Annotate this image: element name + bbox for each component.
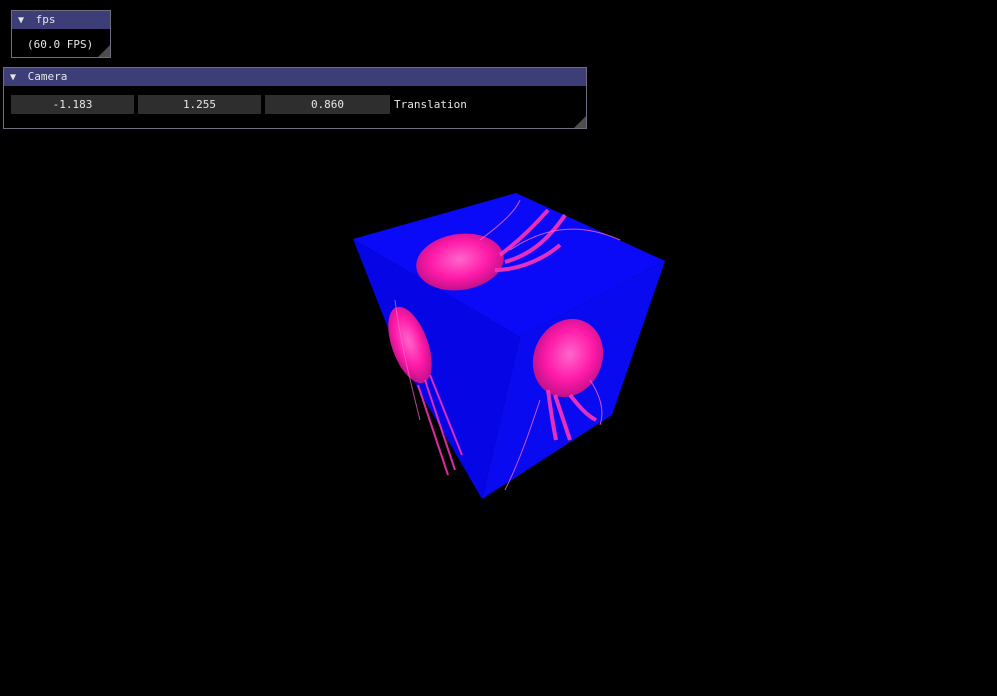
camera-window[interactable]: ▼ Camera -1.183 1.255 0.860 Translation — [3, 67, 587, 129]
fps-readout: (60.0 FPS) — [27, 38, 94, 51]
translation-x-input[interactable]: -1.183 — [11, 95, 134, 114]
translation-label: Translation — [394, 98, 467, 111]
resize-grip-icon[interactable] — [98, 45, 110, 57]
fps-window[interactable]: ▼ fps (60.0 FPS) — [11, 10, 111, 58]
translation-z-input[interactable]: 0.860 — [265, 95, 390, 114]
render-viewport[interactable]: ▼ fps (60.0 FPS) ▼ Camera -1.183 1.255 0… — [0, 0, 997, 696]
resize-grip-icon[interactable] — [574, 116, 586, 128]
fps-window-title-bar[interactable]: ▼ fps — [12, 11, 110, 29]
collapse-arrow-icon[interactable]: ▼ — [18, 12, 24, 30]
camera-window-title: Camera — [27, 70, 68, 83]
fps-window-title: fps — [35, 13, 56, 26]
camera-window-title-bar[interactable]: ▼ Camera — [4, 68, 586, 86]
collapse-arrow-icon[interactable]: ▼ — [10, 69, 16, 87]
translation-y-input[interactable]: 1.255 — [138, 95, 261, 114]
